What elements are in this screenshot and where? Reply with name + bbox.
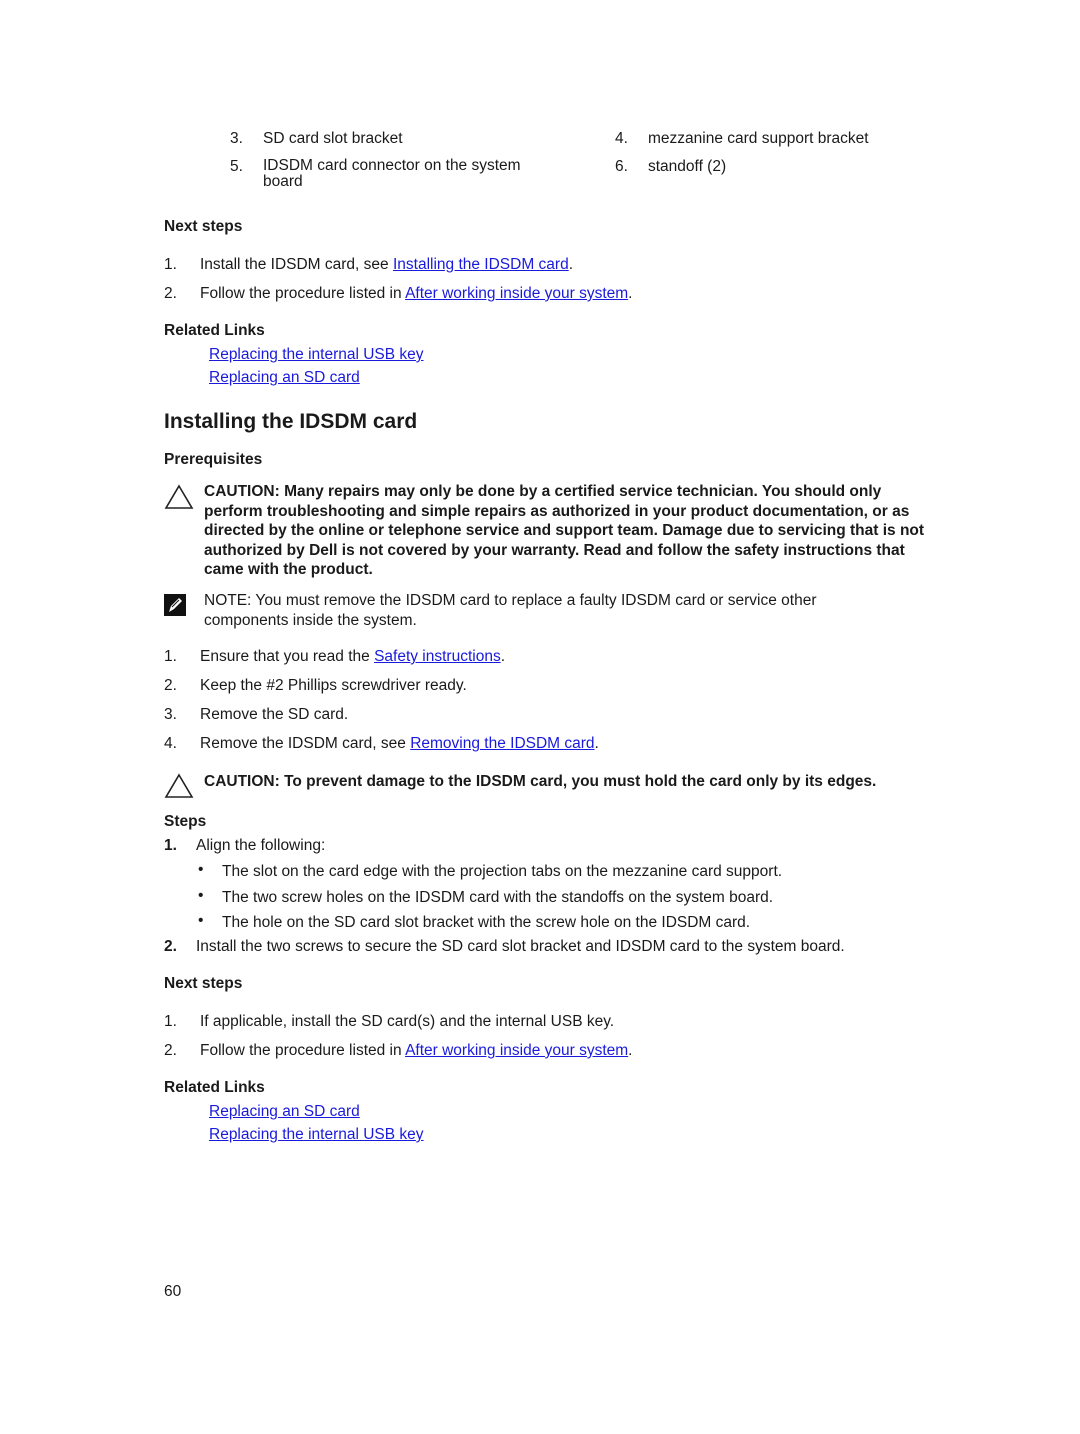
replacing-usb-key-link[interactable]: Replacing the internal USB key [209,346,424,364]
step-num: 1. [164,837,177,854]
list-item: Remove the SD card. [200,706,349,723]
replacing-sd-card-link[interactable]: Replacing an SD card [209,369,360,387]
caution-icon [164,773,194,798]
note-icon [164,594,186,616]
caution-text: CAUTION: To prevent damage to the IDSDM … [204,773,877,790]
installing-idsdm-link[interactable]: Installing the IDSDM card [393,256,569,273]
item-text: Ensure that you read the [200,648,375,665]
list-item: Follow the procedure listed in After wor… [200,1042,632,1060]
safety-instructions-link[interactable]: Safety instructions [374,648,501,665]
list-num: 1. [164,648,177,665]
list-item: Install the IDSDM card, see Installing t… [200,256,573,274]
list-item: Ensure that you read the Safety instruct… [200,648,505,666]
caution-text: CAUTION: Many repairs may only be done b… [204,483,925,579]
next-steps-heading: Next steps [164,975,243,992]
bullet-item: The two screw holes on the IDSDM card wi… [222,889,774,906]
legend-num: 5. [230,158,243,175]
item-text: Follow the procedure listed in [200,1042,406,1059]
step-text: Install the two screws to secure the SD … [196,938,845,955]
page-number: 60 [164,1283,182,1300]
list-num: 4. [164,735,177,752]
bullet-item: The hole on the SD card slot bracket wit… [222,914,751,931]
bullet-icon: • [198,887,204,904]
item-text: Remove the IDSDM card, see [200,735,411,752]
next-steps-heading: Next steps [164,218,243,235]
legend-label: standoff (2) [648,158,727,175]
step-text: Align the following: [196,837,326,854]
list-num: 1. [164,256,177,273]
prerequisites-heading: Prerequisites [164,451,263,468]
related-links-heading: Related Links [164,322,265,339]
list-item: If applicable, install the SD card(s) an… [200,1013,615,1030]
list-item: Keep the #2 Phillips screwdriver ready. [200,677,467,694]
legend-label: SD card slot bracket [263,130,403,147]
item-text: . [628,285,633,302]
legend-label: mezzanine card support bracket [648,130,869,147]
steps-heading: Steps [164,813,207,830]
list-num: 1. [164,1013,177,1030]
replacing-usb-key-link[interactable]: Replacing the internal USB key [209,1126,424,1144]
note-label: NOTE: [204,592,252,609]
item-text: . [594,735,599,752]
list-num: 3. [164,706,177,723]
list-num: 2. [164,677,177,694]
list-item: Remove the IDSDM card, see Removing the … [200,735,599,753]
bullet-item: The slot on the card edge with the proje… [222,863,783,880]
bullet-icon: • [198,912,204,929]
item-text: . [568,256,574,273]
list-num: 2. [164,285,177,302]
item-text: . [500,648,506,665]
legend-num: 4. [615,130,628,147]
removing-idsdm-link[interactable]: Removing the IDSDM card [410,735,594,752]
section-title: Installing the IDSDM card [164,410,418,433]
legend-num: 3. [230,130,243,147]
item-text: Install the IDSDM card, see [200,256,393,273]
legend-label: IDSDM card connector on the system board [263,157,521,190]
item-text: . [628,1042,633,1059]
list-item: Follow the procedure listed in After wor… [200,285,632,303]
related-links-heading: Related Links [164,1079,265,1096]
bullet-icon: • [198,861,204,878]
caution-icon [164,484,194,509]
after-working-link[interactable]: After working inside your system [405,1042,628,1059]
legend-num: 6. [615,158,628,175]
item-text: Follow the procedure listed in [200,285,406,302]
list-num: 2. [164,1042,177,1059]
step-num: 2. [164,938,177,955]
replacing-sd-card-link[interactable]: Replacing an SD card [209,1103,360,1121]
note-body: You must remove the IDSDM card to replac… [204,592,817,629]
after-working-link[interactable]: After working inside your system [405,285,628,302]
note-text: NOTE: You must remove the IDSDM card to … [204,591,904,630]
